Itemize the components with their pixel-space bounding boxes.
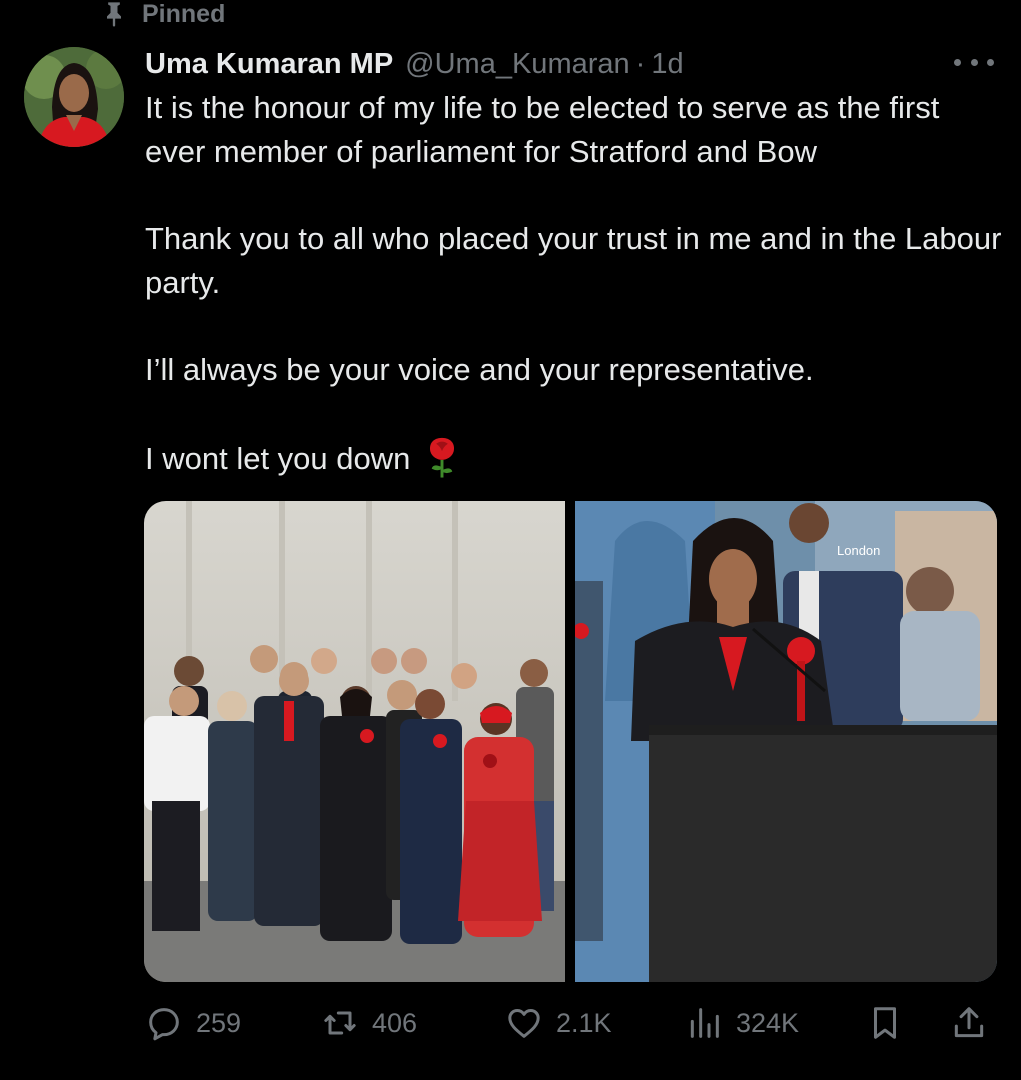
timestamp[interactable]: 1d bbox=[651, 48, 683, 81]
london-sign-text: London bbox=[837, 543, 880, 558]
reply-icon bbox=[149, 1008, 179, 1041]
photo-group[interactable] bbox=[144, 501, 565, 982]
pinned-label: Pinned bbox=[142, 0, 226, 28]
reply-button[interactable]: 259 bbox=[144, 1000, 241, 1046]
tweet-text: It is the honour of my life to be electe… bbox=[145, 86, 1005, 524]
group-photo-image bbox=[144, 501, 565, 982]
tweet-media[interactable]: London bbox=[144, 501, 997, 982]
pinned-indicator: Pinned bbox=[100, 0, 225, 28]
podium-photo-image: London bbox=[575, 501, 997, 982]
rose-icon bbox=[430, 437, 455, 478]
views-button[interactable]: 324K bbox=[684, 1000, 799, 1046]
tweet-paragraph: I wont let you down bbox=[145, 441, 411, 476]
share-icon bbox=[954, 1007, 984, 1038]
tweet-actions: 259 406 2.1K 324K bbox=[144, 1000, 996, 1046]
avatar[interactable] bbox=[24, 47, 124, 147]
share-button[interactable] bbox=[950, 1000, 988, 1046]
avatar-image bbox=[24, 47, 124, 147]
repost-button[interactable]: 406 bbox=[320, 1000, 417, 1046]
bookmark-button[interactable] bbox=[866, 1000, 904, 1046]
reply-count: 259 bbox=[196, 1007, 242, 1038]
tweet-paragraph: Thank you to all who placed your trust i… bbox=[145, 221, 1002, 300]
separator-dot: · bbox=[635, 47, 646, 80]
heart-icon bbox=[508, 1009, 540, 1038]
tweet-header: Uma Kumaran MP @Uma_Kumaran · 1d bbox=[145, 44, 684, 84]
view-count: 324K bbox=[736, 1007, 800, 1038]
more-options-button[interactable] bbox=[952, 50, 996, 74]
bookmark-icon bbox=[873, 1007, 897, 1039]
user-handle[interactable]: @Uma_Kumaran bbox=[405, 48, 629, 81]
pin-icon bbox=[107, 2, 121, 27]
tweet-paragraph: I’ll always be your voice and your repre… bbox=[145, 352, 814, 387]
display-name[interactable]: Uma Kumaran MP bbox=[145, 48, 393, 81]
more-icon bbox=[954, 58, 961, 66]
like-button[interactable]: 2.1K bbox=[504, 1000, 612, 1046]
tweet-last-paragraph: I wont let you down bbox=[145, 435, 1005, 481]
views-icon bbox=[690, 1008, 719, 1038]
like-count: 2.1K bbox=[556, 1007, 612, 1038]
tweet-paragraph: It is the honour of my life to be electe… bbox=[145, 90, 940, 169]
repost-count: 406 bbox=[372, 1007, 418, 1038]
repost-icon bbox=[324, 1011, 356, 1035]
photo-podium[interactable]: London bbox=[575, 501, 997, 982]
